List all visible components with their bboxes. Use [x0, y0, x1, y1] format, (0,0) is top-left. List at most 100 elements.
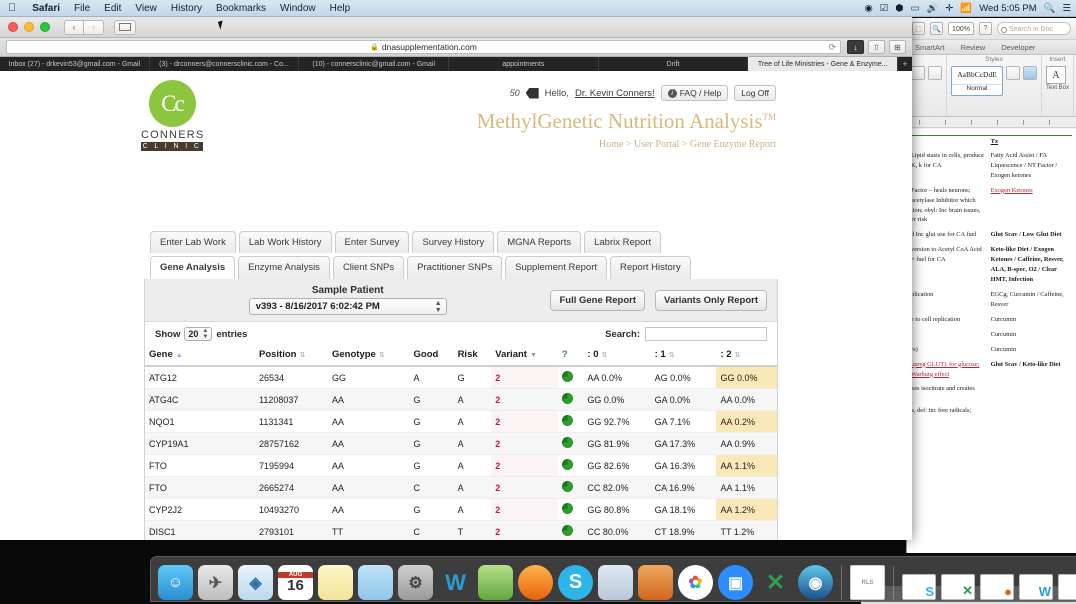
menu-help[interactable]: Help: [323, 3, 358, 14]
bullets-icon[interactable]: [911, 66, 925, 80]
col-header-position[interactable]: Position ⇅: [255, 345, 328, 367]
menubar-clock[interactable]: Wed 5:05 PM: [979, 3, 1036, 14]
ribbon-tab-smartart[interactable]: SmartArt: [907, 43, 953, 52]
pie-chart-icon[interactable]: [561, 503, 573, 514]
bluetooth-icon[interactable]: ✛: [945, 3, 953, 14]
minimized-preview-window[interactable]: ▤: [1058, 574, 1076, 600]
nav-buttons[interactable]: ‹ ›: [64, 19, 104, 35]
cell-chart[interactable]: [557, 520, 584, 540]
primary-tab-row[interactable]: Enter Lab Work Lab Work History Enter Su…: [144, 231, 778, 253]
table-row[interactable]: FTO 7195994 AA G A 2 GG 82.6% GA 16.3% A…: [145, 454, 777, 477]
evernote-icon[interactable]: [478, 565, 513, 600]
minimize-window-button[interactable]: [24, 22, 34, 32]
window-controls[interactable]: [8, 22, 50, 32]
toolbar-actions[interactable]: ↓ ⇧ ⊞: [847, 40, 906, 54]
close-window-button[interactable]: [8, 22, 18, 32]
tab-mgna-reports[interactable]: MGNA Reports: [497, 231, 582, 253]
launchpad-icon[interactable]: ✈: [198, 565, 233, 600]
record-icon[interactable]: ◉: [864, 3, 872, 14]
tab-supplement-report[interactable]: Supplement Report: [505, 256, 607, 279]
tab-enzyme-analysis[interactable]: Enzyme Analysis: [238, 256, 330, 279]
word-toolbar[interactable]: ⬚ 🔍 100% ? Search in Doc: [907, 18, 1076, 40]
table-row[interactable]: FTO 2665274 AA C A 2 CC 82.0% CA 16.9% A…: [145, 476, 777, 499]
tab-enter-lab-work[interactable]: Enter Lab Work: [150, 231, 236, 253]
styles-more-icon[interactable]: [1006, 66, 1020, 80]
tab-client-snps[interactable]: Client SNPs: [332, 256, 405, 279]
help-icon[interactable]: ?: [979, 22, 992, 35]
full-gene-report-button[interactable]: Full Gene Report: [550, 289, 646, 311]
table-row[interactable]: DISC1 2793101 TT C T 2 CC 80.0% CT 18.9%…: [145, 520, 777, 540]
browser-tab-connersclinic-mail[interactable]: (3) - drconners@connersclinic.com - Co..…: [149, 57, 300, 71]
reload-icon[interactable]: ⟳: [828, 42, 836, 53]
tab-report-history[interactable]: Report History: [610, 256, 691, 279]
table-row[interactable]: ATG12 26534 GG A G 2 AA 0.0% AG 0.0% GG …: [145, 366, 777, 389]
col-header-good[interactable]: Good: [409, 345, 454, 367]
breadcrumb[interactable]: Home > User Portal > Gene Enzyme Report: [477, 139, 776, 150]
safari-tab-bar[interactable]: Inbox (27) - drkevin53@gmail.com - Gmail…: [0, 57, 912, 71]
photos-icon[interactable]: ✿: [678, 565, 713, 600]
notification-center-icon[interactable]: ☰: [1062, 3, 1071, 14]
forward-button[interactable]: ›: [84, 19, 104, 35]
tab-survey-history[interactable]: Survey History: [412, 231, 495, 253]
browser-tab-gmail-kevin[interactable]: Inbox (27) - drkevin53@gmail.com - Gmail: [0, 57, 150, 71]
calendar-icon[interactable]: AUG 16: [278, 565, 313, 600]
cell-chart[interactable]: [557, 498, 584, 521]
wifi-icon[interactable]: 📶: [960, 3, 972, 14]
menu-window[interactable]: Window: [273, 3, 323, 14]
menu-edit[interactable]: Edit: [97, 3, 128, 14]
new-tab-icon[interactable]: ⊞: [889, 40, 906, 54]
system-preferences-icon[interactable]: ⚙: [398, 565, 433, 600]
spotlight-search-icon[interactable]: 🔍: [1044, 3, 1056, 14]
browser-tab-tree-of-life[interactable]: Tree of Life Ministries - Gene & Enzyme.…: [748, 57, 899, 71]
adobe-icon[interactable]: [638, 565, 673, 600]
col-header-question[interactable]: ?: [557, 345, 584, 367]
menu-bookmarks[interactable]: Bookmarks: [209, 3, 273, 14]
skype-icon[interactable]: S: [558, 565, 593, 600]
preview-icon[interactable]: [598, 565, 633, 600]
menu-view[interactable]: View: [128, 3, 164, 14]
share-icon[interactable]: ⇧: [868, 40, 885, 54]
safari-toolbar[interactable]: 🔒 dnasupplementation.com ⟳ ↓ ⇧ ⊞: [0, 38, 912, 57]
cell-chart[interactable]: [557, 410, 584, 433]
tab-enter-survey[interactable]: Enter Survey: [334, 231, 410, 253]
minimized-firefox-window[interactable]: ●: [980, 574, 1014, 600]
checkmark-box-icon[interactable]: ☑: [880, 3, 889, 14]
safari-icon[interactable]: ◈: [238, 565, 273, 600]
pie-chart-icon[interactable]: [561, 459, 573, 470]
cell-chart[interactable]: [557, 366, 584, 389]
safari-titlebar[interactable]: ‹ ›: [0, 17, 912, 38]
text-box-icon[interactable]: A: [1046, 66, 1066, 84]
pie-chart-icon[interactable]: [561, 481, 573, 492]
menu-safari[interactable]: Safari: [25, 3, 67, 14]
address-bar[interactable]: 🔒 dnasupplementation.com ⟳: [6, 40, 841, 54]
tab-labrix-report[interactable]: Labrix Report: [584, 231, 662, 253]
document-file-icon[interactable]: RLS: [850, 565, 885, 600]
browser-tab-gmail-clinic[interactable]: (10) - connersclinic@gmail.com - Gmail: [299, 57, 450, 71]
word-ruler[interactable]: [907, 117, 1076, 128]
style-normal-button[interactable]: AaBbCcDdE Normal: [951, 66, 1003, 96]
airplay-icon[interactable]: ▭: [911, 3, 920, 14]
pie-chart-icon[interactable]: [561, 371, 573, 382]
minimized-skype-window[interactable]: S: [902, 574, 936, 600]
menu-file[interactable]: File: [67, 3, 97, 14]
col-header-gene[interactable]: Gene ▲: [145, 345, 255, 367]
tab-gene-analysis[interactable]: Gene Analysis: [150, 256, 236, 279]
reader-icon[interactable]: ↓: [847, 40, 864, 54]
word-icon[interactable]: W: [438, 565, 473, 600]
table-row[interactable]: ATG4C 11208037 AA G A 2 GG 0.0% GA 0.0% …: [145, 388, 777, 411]
col-header-zero[interactable]: : 0 ⇅: [583, 345, 651, 367]
new-tab-plus-icon[interactable]: +: [898, 57, 912, 71]
numbering-icon[interactable]: [928, 66, 942, 80]
cell-chart[interactable]: [557, 432, 584, 455]
word-search-input[interactable]: Search in Doc: [997, 22, 1071, 35]
tab-practitioner-snps[interactable]: Practitioner SNPs: [407, 256, 503, 279]
mac-dock[interactable]: ☺ ✈ ◈ AUG 16 ⚙ W S ✿ ▣ ✕ ◉ RLS S ✕ ● W ▤…: [150, 556, 1076, 602]
apple-logo-icon[interactable]: : [0, 2, 25, 14]
back-button[interactable]: ‹: [64, 19, 84, 35]
word-ribbon-tabs[interactable]: SmartArt Review Developer: [907, 40, 1076, 55]
sidebar-toggle-button[interactable]: [114, 19, 136, 35]
table-row[interactable]: CYP19A1 28757162 AA G A 2 GG 81.9% GA 17…: [145, 432, 777, 455]
tag-icon[interactable]: [525, 87, 539, 99]
minimized-word-window[interactable]: W: [1019, 574, 1053, 600]
cell-chart[interactable]: [557, 388, 584, 411]
